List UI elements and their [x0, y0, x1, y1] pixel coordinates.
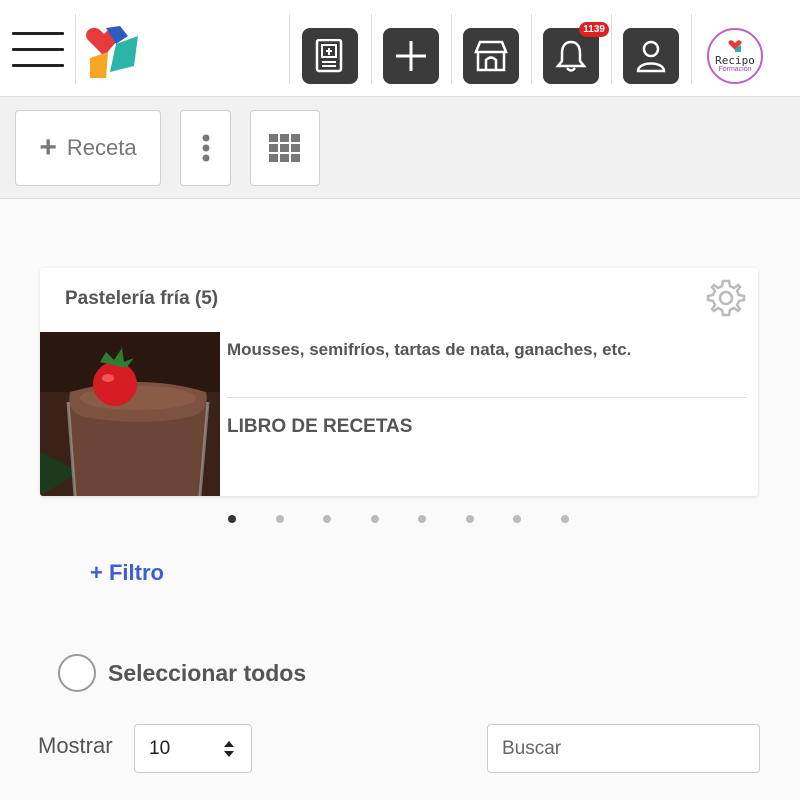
grid-view-button[interactable]	[250, 110, 320, 186]
category-description: Mousses, semifríos, tartas de nata, gana…	[227, 340, 631, 360]
hamburger-menu-icon[interactable]	[12, 32, 64, 72]
more-options-button[interactable]	[180, 110, 231, 186]
select-all-label: Seleccionar todos	[108, 660, 306, 687]
add-new-button[interactable]	[383, 28, 439, 84]
gear-icon[interactable]	[706, 278, 746, 318]
avatar-logo-icon	[727, 39, 743, 53]
carousel-dot[interactable]	[561, 515, 569, 523]
mousse-dessert-image	[40, 332, 220, 496]
divider	[227, 397, 747, 398]
show-entries-label: Mostrar	[38, 733, 113, 759]
page-size-select[interactable]: 10	[134, 724, 252, 773]
user-profile-button[interactable]	[623, 28, 679, 84]
carousel-dot[interactable]	[228, 515, 236, 523]
vertical-dots-icon	[202, 134, 210, 162]
user-icon	[635, 39, 667, 73]
add-recipe-button[interactable]: + Receta	[15, 110, 161, 186]
divider	[75, 14, 76, 84]
page-size-value: 10	[149, 738, 170, 760]
grid-icon	[269, 134, 301, 162]
add-filter-link[interactable]: + Filtro	[90, 560, 164, 586]
divider	[691, 14, 692, 84]
carousel-dot[interactable]	[418, 515, 426, 523]
carousel-pagination	[228, 515, 608, 523]
divider	[611, 14, 612, 84]
avatar-subtitle: Formación	[718, 66, 751, 73]
store-icon	[474, 40, 508, 72]
book-icon	[315, 39, 345, 73]
category-card[interactable]: Pastelería fría (5) Mousses, semifríos, …	[40, 268, 758, 496]
carousel-dot[interactable]	[371, 515, 379, 523]
action-toolbar: + Receta	[0, 97, 800, 199]
notifications-button[interactable]: 1139	[543, 28, 599, 84]
carousel-dot[interactable]	[323, 515, 331, 523]
carousel-dot[interactable]	[513, 515, 521, 523]
recipe-book-link[interactable]: LIBRO DE RECETAS	[227, 416, 412, 438]
plus-icon	[394, 39, 428, 73]
plus-icon: +	[39, 133, 57, 163]
divider	[451, 14, 452, 84]
notification-count-badge: 1139	[579, 22, 609, 37]
store-button[interactable]	[463, 28, 519, 84]
divider	[531, 14, 532, 84]
organization-avatar[interactable]: Recipo Formación	[707, 28, 763, 84]
divider	[289, 14, 290, 84]
add-recipe-label: Receta	[67, 135, 137, 161]
app-logo[interactable]	[80, 22, 140, 82]
select-all-toggle[interactable]: Seleccionar todos	[58, 654, 306, 692]
recipe-book-button[interactable]	[302, 28, 358, 84]
carousel-dot[interactable]	[276, 515, 284, 523]
divider	[371, 14, 372, 84]
carousel-dot[interactable]	[466, 515, 474, 523]
sort-arrows-icon	[223, 739, 235, 759]
avatar-brand: Recipo	[715, 55, 755, 66]
top-navbar: 1139 Recipo Formación	[0, 0, 800, 97]
bell-icon	[555, 39, 587, 73]
search-input[interactable]	[487, 724, 760, 773]
category-title: Pastelería fría (5)	[65, 288, 218, 310]
select-all-radio[interactable]	[58, 654, 96, 692]
